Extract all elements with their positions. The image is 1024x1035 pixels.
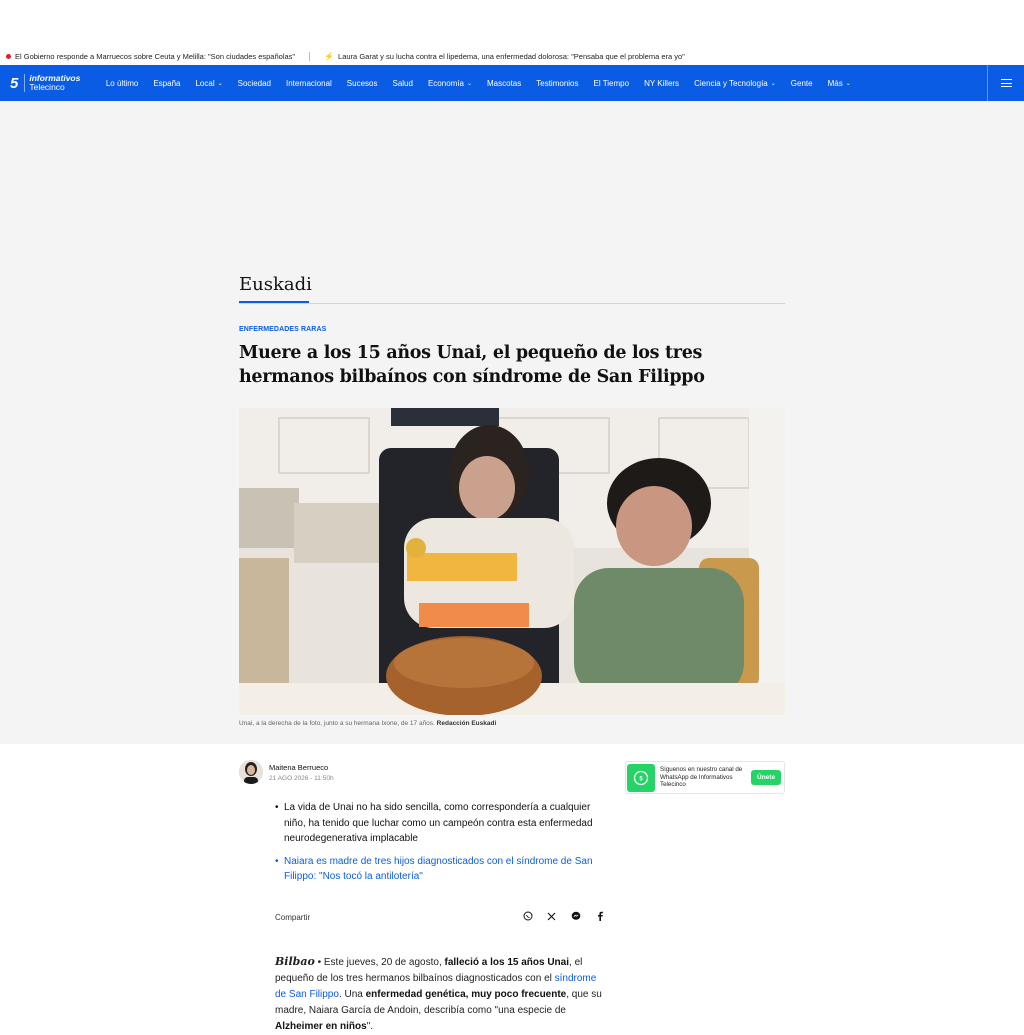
- article-headline: Muere a los 15 años Unai, el pequeño de …: [239, 343, 705, 387]
- nav-item-label: NY Killers: [644, 78, 680, 88]
- nav-item-label: Sociedad: [237, 78, 271, 88]
- caption-credit: Redacción Euskadi: [436, 720, 497, 727]
- ticker-text: El Gobierno responde a Marruecos sobre C…: [15, 51, 296, 61]
- avatar-illustration: [239, 760, 263, 784]
- ticker-text: Laura Garat y su lucha contra el lipedem…: [338, 51, 685, 61]
- nav-items: Lo último España Local ⌄ Sociedad Internacion…: [98, 79, 858, 88]
- nav-item-label: Testimonios: [536, 78, 579, 88]
- nav-item-españa[interactable]: España: [146, 79, 188, 88]
- main-navigation: 5 informativos Telecinco Lo último España…: [0, 65, 1024, 101]
- nav-item-sociedad[interactable]: Sociedad: [230, 79, 278, 88]
- chevron-down-icon: ⌄: [217, 80, 223, 87]
- nav-item-testimonios[interactable]: Testimonios: [529, 79, 586, 88]
- nav-item-label: Lo último: [105, 78, 139, 88]
- facebook-icon[interactable]: [594, 911, 605, 923]
- nav-item-sucesos[interactable]: Sucesos: [339, 79, 385, 88]
- nav-item-label: España: [153, 78, 181, 88]
- summary-item: La vida de Unai no ha sido sencilla, com…: [275, 800, 610, 847]
- body-text: ".: [366, 1021, 374, 1032]
- messenger-icon[interactable]: [570, 911, 581, 923]
- logo-line2: Telecinco: [29, 82, 65, 92]
- nav-item-gente[interactable]: Gente: [783, 79, 820, 88]
- article-kicker[interactable]: ENFERMEDADES RARAS: [239, 326, 326, 333]
- author-name[interactable]: Maitena Berrueco: [269, 763, 334, 772]
- article-summary: La vida de Unai no ha sido sencilla, com…: [275, 800, 610, 892]
- photo-caption: Unai, a la derecha de la foto, junto a s…: [239, 720, 496, 727]
- body-bold: falleció a los 15 años Unai: [444, 957, 570, 968]
- nav-item-label: Gente: [790, 78, 813, 88]
- nav-item-label: Mascotas: [487, 78, 522, 88]
- nav-item-ny-killers[interactable]: NY Killers: [637, 79, 687, 88]
- site-logo[interactable]: 5 informativos Telecinco: [10, 74, 80, 92]
- nav-item-ciencia-y-tecnología[interactable]: Ciencia y Tecnología ⌄: [687, 79, 784, 88]
- nav-item-label: Local: [195, 78, 215, 88]
- nav-item-local[interactable]: Local ⌄: [188, 79, 230, 88]
- nav-item-salud[interactable]: Salud: [385, 79, 420, 88]
- photo-illustration: [239, 408, 785, 715]
- author-avatar[interactable]: [239, 760, 263, 784]
- caption-text: Unai, a la derecha de la foto, junto a s…: [239, 720, 435, 727]
- whatsapp-join-button[interactable]: Únete: [751, 770, 782, 785]
- news-ticker: El Gobierno responde a Marruecos sobre C…: [0, 48, 1024, 64]
- nav-item-label: Economía: [427, 78, 464, 88]
- live-dot-icon: [6, 53, 11, 59]
- body-bold: Alzheimer en niños: [275, 1021, 367, 1032]
- nav-item-label: Salud: [392, 78, 413, 88]
- dateline-place: Bilbao: [275, 955, 315, 968]
- ticker-item[interactable]: El Gobierno responde a Marruecos sobre C…: [6, 52, 295, 61]
- whatsapp-channel-icon: 5: [627, 763, 655, 792]
- whatsapp-promo-text: Síguenos en nuestro canal de WhatsApp de…: [660, 766, 743, 789]
- section-divider: [239, 303, 785, 304]
- ticker-item[interactable]: ⚡ Laura Garat y su lucha contra el liped…: [324, 52, 685, 61]
- nav-item-label: Más: [827, 78, 843, 88]
- svg-text:5: 5: [639, 776, 643, 782]
- nav-item-internacional[interactable]: Internacional: [278, 79, 339, 88]
- chevron-down-icon: ⌄: [770, 80, 776, 87]
- nav-item-economía[interactable]: Economía ⌄: [420, 79, 479, 88]
- related-link[interactable]: Naiara es madre de tres hijos diagnostic…: [275, 854, 610, 885]
- section-title[interactable]: Euskadi: [239, 274, 312, 295]
- nav-item-lo-último[interactable]: Lo último: [98, 79, 145, 88]
- bolt-icon: ⚡: [324, 51, 335, 61]
- chevron-down-icon: ⌄: [845, 80, 851, 87]
- menu-button[interactable]: [987, 65, 1024, 101]
- nav-item-label: Sucesos: [346, 78, 378, 88]
- chevron-down-icon: ⌄: [466, 80, 473, 87]
- logo-number: 5: [10, 74, 19, 92]
- article-body: Bilbao • Este jueves, 20 de agosto, fall…: [275, 954, 610, 1035]
- nav-item-label: El Tiempo: [593, 78, 630, 88]
- whatsapp-icon[interactable]: [522, 911, 533, 923]
- x-icon[interactable]: [546, 912, 557, 923]
- ticker-divider: [309, 51, 311, 61]
- nav-item-mascotas[interactable]: Mascotas: [480, 79, 529, 88]
- author-block: Maitena Berrueco 21 AGO 2026 - 11:50h: [239, 760, 334, 784]
- nav-item-el-tiempo[interactable]: El Tiempo: [586, 79, 637, 88]
- share-label: Compartir: [275, 912, 311, 922]
- article-photo: [239, 408, 785, 715]
- share-bar: Compartir: [275, 911, 605, 923]
- nav-item-label: Internacional: [285, 78, 332, 88]
- nav-item-más[interactable]: Más ⌄: [820, 79, 858, 88]
- nav-item-label: Ciencia y Tecnología: [694, 78, 768, 88]
- body-text: . Una: [338, 989, 366, 1000]
- hamburger-icon: [1000, 79, 1012, 87]
- publish-date: 21 AGO 2026 - 11:50h: [269, 774, 334, 782]
- whatsapp-promo[interactable]: 5 Síguenos en nuestro canal de WhatsApp …: [625, 761, 785, 794]
- body-bold: enfermedad genética, muy poco frecuente: [365, 989, 567, 1000]
- body-text: Este jueves, 20 de agosto,: [323, 957, 445, 968]
